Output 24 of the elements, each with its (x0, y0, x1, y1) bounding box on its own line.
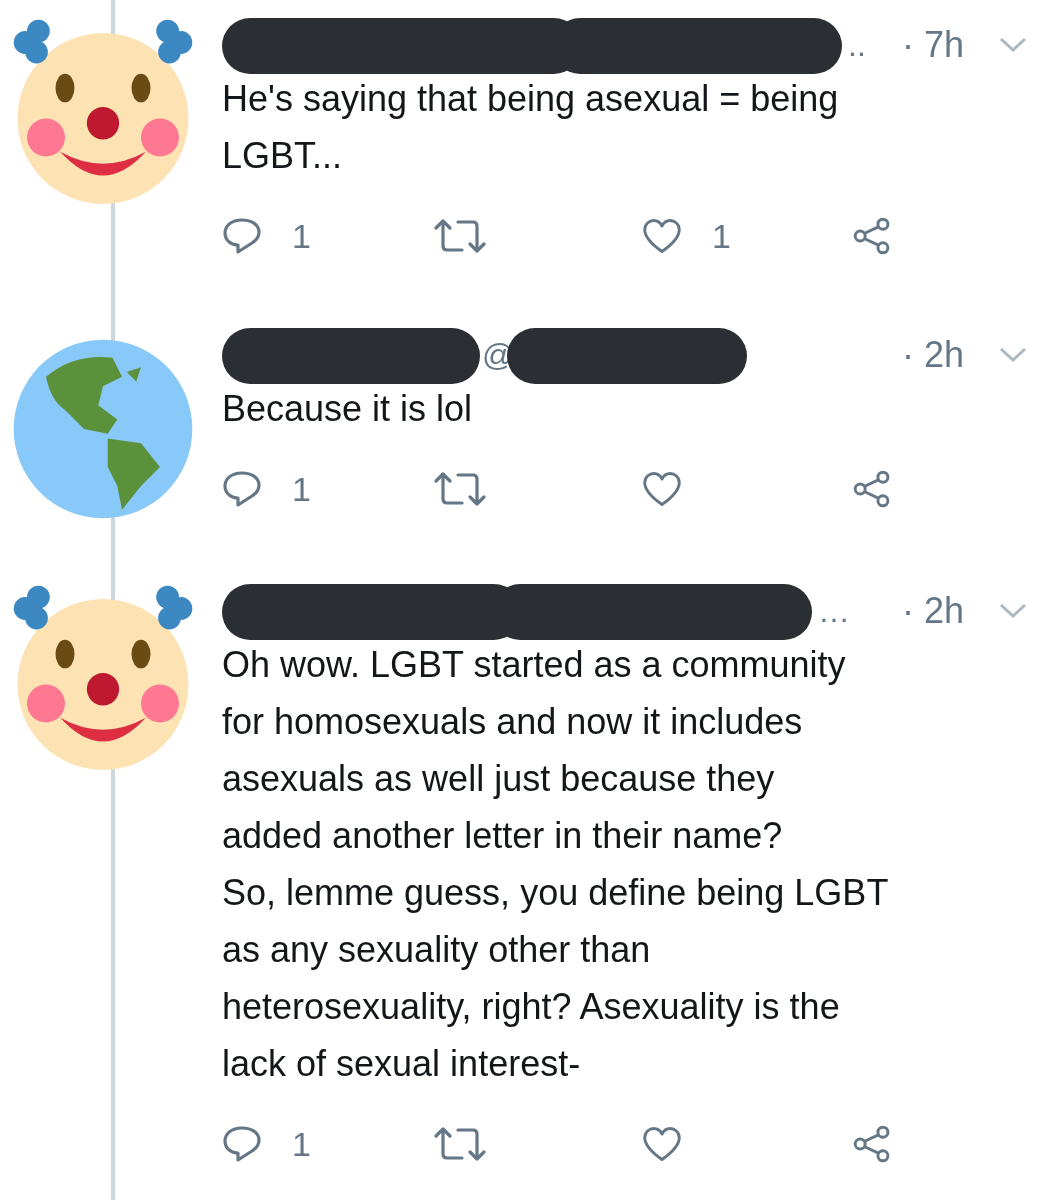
reply-icon[interactable] (222, 1124, 262, 1164)
timestamp: · 2h (901, 334, 964, 376)
share-icon[interactable] (852, 216, 892, 256)
tweet-text: He's saying that being asexual = being LGBT... (222, 77, 840, 178)
reply-icon[interactable] (222, 216, 262, 256)
tweet-text: Oh wow. LGBT started as a community for homosexuals and now it includes asexuals as well just because they added another letter in their name? So, lemme guess, you define being LGBT as any sexuality other than heterosexuality, right? Asexuality is the lack of sexual interest- (222, 643, 890, 1086)
reply-count: 1 (292, 216, 311, 256)
share-icon[interactable] (852, 469, 892, 509)
tweet-text: Because it is lol (222, 387, 474, 431)
retweet-icon[interactable] (432, 469, 488, 509)
reply-count: 1 (292, 469, 311, 509)
like-count: 1 (712, 216, 731, 256)
retweet-icon[interactable] (432, 1124, 488, 1164)
heart-icon[interactable] (642, 1124, 682, 1164)
timestamp: · 2h (901, 590, 964, 632)
heart-icon[interactable] (642, 469, 682, 509)
share-icon[interactable] (852, 1124, 892, 1164)
timestamp: · 7h (901, 24, 964, 66)
retweet-icon[interactable] (432, 216, 488, 256)
handle-fragment: … (818, 592, 850, 630)
reply-count: 1 (292, 1124, 311, 1164)
reply-icon[interactable] (222, 469, 262, 509)
heart-icon[interactable] (642, 216, 682, 256)
handle-fragment: .. (848, 26, 866, 64)
